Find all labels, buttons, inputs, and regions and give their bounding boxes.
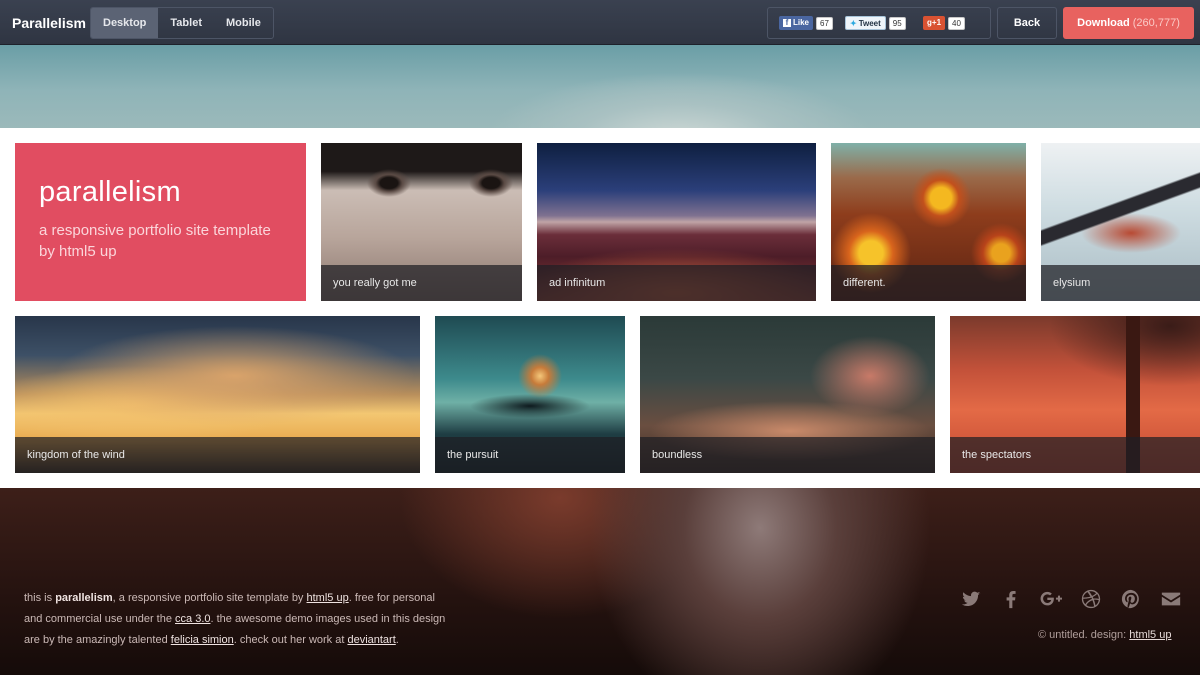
credit-text: © untitled. design: <box>1038 629 1130 641</box>
twitter-tweet-label: Tweet <box>858 19 881 28</box>
footer-link-felicia-simion[interactable]: felicia simion <box>171 634 234 646</box>
tile-caption: the pursuit <box>435 437 625 473</box>
gallery-tile[interactable]: the spectators <box>950 316 1200 473</box>
gallery-tile[interactable]: kingdom of the wind <box>15 316 420 473</box>
device-tab-desktop[interactable]: Desktop <box>91 8 159 38</box>
device-tab-tablet[interactable]: Tablet <box>158 8 214 38</box>
gallery-tile[interactable]: the pursuit <box>435 316 625 473</box>
device-tab-mobile[interactable]: Mobile <box>214 8 273 38</box>
gallery-tile[interactable]: elysium <box>1041 143 1200 301</box>
googleplus-count: 40 <box>948 16 965 30</box>
footer-link-html5up[interactable]: html5 up <box>307 592 349 604</box>
intro-subtitle: a responsive portfolio site template by … <box>39 222 271 260</box>
tile-caption: kingdom of the wind <box>15 437 420 473</box>
gallery-tile[interactable]: you really got me <box>321 143 522 301</box>
credit-link-html5up[interactable]: html5 up <box>1129 629 1171 641</box>
tile-caption: different. <box>831 265 1026 301</box>
twitter-tweet-pill[interactable]: ✦ Tweet <box>845 16 886 30</box>
intro-tile: parallelism a responsive portfolio site … <box>15 143 306 301</box>
footer-text-part: this is <box>24 592 56 604</box>
brand-title: Parallelism <box>12 15 86 31</box>
facebook-like-pill[interactable]: f Like <box>779 16 814 30</box>
footer-text-part: . <box>395 634 399 646</box>
footer-description: this is parallelism, a responsive portfo… <box>24 588 454 651</box>
facebook-icon[interactable] <box>1000 588 1022 610</box>
tile-caption: elysium <box>1041 265 1200 301</box>
googleplus-pill[interactable]: g+1 <box>923 16 946 30</box>
download-label: Download <box>1077 17 1130 29</box>
hero-background-top <box>0 45 1200 128</box>
footer-text-part: , a responsive portfolio site template b… <box>112 592 307 604</box>
twitter-icon[interactable] <box>960 588 982 610</box>
pinterest-icon[interactable] <box>1120 588 1142 610</box>
facebook-like-count: 67 <box>816 16 833 30</box>
twitter-tweet-count: 95 <box>888 16 906 30</box>
social-icons <box>960 588 1182 610</box>
googleplus-button[interactable]: g+1 40 <box>923 16 965 30</box>
footer-site-name: parallelism <box>55 592 113 604</box>
device-switcher: Desktop Tablet Mobile <box>90 7 274 39</box>
tile-caption: ad infinitum <box>537 265 816 301</box>
footer-link-cca[interactable]: cca 3.0 <box>175 613 210 625</box>
gallery-tile[interactable]: boundless <box>640 316 935 473</box>
tile-caption: boundless <box>640 437 935 473</box>
footer-credit: © untitled. design: html5 up <box>1038 629 1171 641</box>
googleplus-icon[interactable] <box>1040 588 1062 610</box>
tile-caption: the spectators <box>950 437 1200 473</box>
gallery-tile[interactable]: ad infinitum <box>537 143 816 301</box>
download-button[interactable]: Download (260,777) <box>1063 7 1194 39</box>
twitter-tweet-button[interactable]: ✦ Tweet 95 <box>845 16 906 30</box>
tile-caption: you really got me <box>321 265 522 301</box>
download-count: (260,777) <box>1132 17 1180 29</box>
googleplus-label: +1 <box>931 18 942 27</box>
email-icon[interactable] <box>1160 588 1182 610</box>
dribbble-icon[interactable] <box>1080 588 1102 610</box>
twitter-bird-icon: ✦ <box>850 19 857 28</box>
top-bar: Parallelism Desktop Tablet Mobile f Like … <box>0 0 1200 45</box>
facebook-like-button[interactable]: f Like 67 <box>779 16 833 30</box>
back-button[interactable]: Back <box>997 7 1057 39</box>
gallery-tile[interactable]: different. <box>831 143 1026 301</box>
footer-text-part: . check out her work at <box>233 634 348 646</box>
facebook-icon: f <box>783 19 791 27</box>
facebook-like-label: Like <box>793 18 810 27</box>
footer-link-deviantart[interactable]: deviantart <box>347 634 395 646</box>
intro-title: parallelism <box>39 176 181 208</box>
social-buttons: f Like 67 ✦ Tweet 95 g+1 40 <box>767 7 991 39</box>
